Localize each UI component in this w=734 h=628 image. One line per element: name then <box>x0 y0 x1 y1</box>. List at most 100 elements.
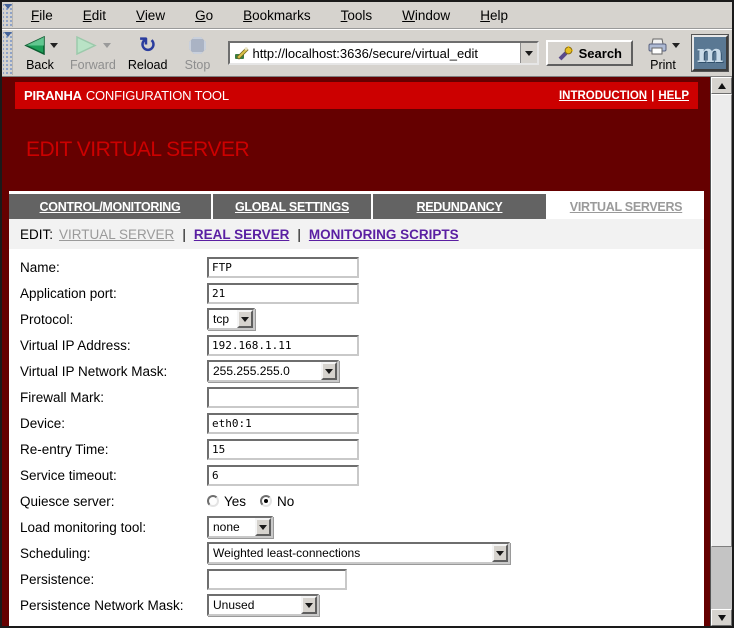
radio-button-icon[interactable] <box>260 495 272 507</box>
protocol-select-arrow-button[interactable] <box>237 310 253 328</box>
printer-icon <box>646 37 668 55</box>
name-input[interactable] <box>207 257 359 278</box>
tab-redundancy[interactable]: REDUNDANCY <box>373 194 546 219</box>
mozilla-m-icon: m <box>697 41 723 66</box>
tab-control-monitoring[interactable]: CONTROL/MONITORING <box>9 194 211 219</box>
menu-go[interactable]: Go <box>180 4 228 27</box>
menu-file[interactable]: File <box>16 4 68 27</box>
page-title: EDIT VIRTUAL SERVER <box>26 138 698 162</box>
scheduling-selected-value: Weighted least-connections <box>209 546 360 560</box>
reload-button[interactable]: ↻ Reload <box>123 33 173 74</box>
form-row-application-port: Application port: <box>9 280 704 306</box>
print-button[interactable]: Print <box>640 33 686 74</box>
quiesce-server-option-no[interactable]: No <box>260 494 294 509</box>
mozilla-logo-button[interactable]: m <box>692 35 728 71</box>
tab-global-settings[interactable]: GLOBAL SETTINGS <box>213 194 371 219</box>
url-dropdown-button[interactable] <box>520 43 537 63</box>
url-text[interactable]: http://localhost:3636/secure/virtual_edi… <box>252 46 519 61</box>
form-row-persistence: Persistence: <box>9 566 704 592</box>
menu-help[interactable]: Help <box>465 4 523 27</box>
forward-button[interactable]: Forward <box>65 33 121 74</box>
protocol-selected-value: tcp <box>209 312 229 326</box>
brand-rest-text: CONFIGURATION TOOL <box>86 88 229 103</box>
subnav-separator: | <box>297 227 301 242</box>
service-timeout-input[interactable] <box>207 465 359 486</box>
persistence-network-mask-label: Persistence Network Mask: <box>9 598 207 613</box>
print-dropdown-caret-icon[interactable] <box>672 43 680 48</box>
quiesce-server-label: Quiesce server: <box>9 494 207 509</box>
menu-edit[interactable]: Edit <box>68 4 121 27</box>
menu-window[interactable]: Window <box>387 4 465 27</box>
re-entry-time-label: Re-entry Time: <box>9 442 207 457</box>
protocol-select[interactable]: tcp <box>207 308 255 330</box>
device-control <box>207 413 359 434</box>
subnav-monitoring-scripts[interactable]: MONITORING SCRIPTS <box>309 227 459 242</box>
load-monitoring-tool-select-arrow-button[interactable] <box>255 518 271 536</box>
form-row-persistence-network-mask: Persistence Network Mask:Unused <box>9 592 704 618</box>
persistence-control <box>207 569 347 590</box>
persistence-network-mask-select-arrow-button[interactable] <box>301 596 317 614</box>
name-label: Name: <box>9 260 207 275</box>
persistence-network-mask-control: Unused <box>207 594 319 616</box>
re-entry-time-input[interactable] <box>207 439 359 460</box>
menu-items: File Edit View Go Bookmarks Tools Window… <box>16 2 523 28</box>
arrow-up-icon <box>718 83 726 89</box>
scrollbar-thumb[interactable] <box>711 94 732 547</box>
application-port-label: Application port: <box>9 286 207 301</box>
url-bar[interactable]: http://localhost:3636/secure/virtual_edi… <box>228 41 538 65</box>
name-control <box>207 257 359 278</box>
scroll-down-button[interactable] <box>711 609 732 626</box>
device-label: Device: <box>9 416 207 431</box>
tab-virtual-servers[interactable]: VIRTUAL SERVERS <box>548 194 704 219</box>
scrollbar-track[interactable] <box>711 94 732 609</box>
persistence-input[interactable] <box>207 569 347 590</box>
virtual-server-form: Name:Application port:Protocol:tcpVirtua… <box>9 249 704 626</box>
back-arrow-icon <box>22 36 46 55</box>
quiesce-server-option-yes[interactable]: Yes <box>207 494 246 509</box>
caret-down-icon <box>325 369 333 374</box>
scroll-up-button[interactable] <box>711 77 732 94</box>
virtual-ip-network-mask-selected-value: 255.255.255.0 <box>209 364 290 378</box>
stop-button[interactable]: Stop <box>174 33 220 74</box>
form-row-protocol: Protocol:tcp <box>9 306 704 332</box>
help-link[interactable]: HELP <box>658 90 689 102</box>
radio-button-icon[interactable] <box>207 495 219 507</box>
brand-bold-text: PIRANHA <box>24 88 82 103</box>
virtual-ip-network-mask-select-arrow-button[interactable] <box>321 362 337 380</box>
virtual-ip-address-input[interactable] <box>207 335 359 356</box>
form-row-quiesce-server: Quiesce server:Yes No <box>9 488 704 514</box>
subnav-real-server[interactable]: REAL SERVER <box>194 227 290 242</box>
tab-bar: CONTROL/MONITORING GLOBAL SETTINGS REDUN… <box>9 194 704 219</box>
vertical-scrollbar[interactable] <box>710 77 732 626</box>
search-button[interactable]: Search <box>546 40 633 66</box>
subnav-prefix: EDIT: <box>20 227 53 242</box>
scheduling-select[interactable]: Weighted least-connections <box>207 542 510 564</box>
header-link-separator: | <box>651 90 654 102</box>
persistence-network-mask-select[interactable]: Unused <box>207 594 319 616</box>
back-button[interactable]: Back <box>17 33 63 74</box>
application-port-input[interactable] <box>207 283 359 304</box>
scheduling-select-arrow-button[interactable] <box>492 544 508 562</box>
virtual-ip-network-mask-select[interactable]: 255.255.255.0 <box>207 360 339 382</box>
back-dropdown-caret-icon[interactable] <box>50 43 58 48</box>
stop-label: Stop <box>185 58 211 72</box>
bookmark-page-icon <box>233 45 249 61</box>
form-row-firewall-mark: Firewall Mark: <box>9 384 704 410</box>
app-brand: PIRANHA CONFIGURATION TOOL <box>24 88 229 103</box>
application-port-control <box>207 283 359 304</box>
device-input[interactable] <box>207 413 359 434</box>
firewall-mark-label: Firewall Mark: <box>9 390 207 405</box>
menubar-grippy-handle[interactable] <box>3 3 13 27</box>
menu-tools[interactable]: Tools <box>326 4 388 27</box>
persistence-network-mask-selected-value: Unused <box>209 598 254 612</box>
firewall-mark-input[interactable] <box>207 387 359 408</box>
menu-bookmarks[interactable]: Bookmarks <box>228 4 326 27</box>
subnav-virtual-server[interactable]: VIRTUAL SERVER <box>59 227 174 242</box>
menu-view[interactable]: View <box>121 4 180 27</box>
toolbar-grippy-handle[interactable] <box>3 31 13 75</box>
protocol-control: tcp <box>207 308 255 330</box>
persistence-label: Persistence: <box>9 572 207 587</box>
scheduling-label: Scheduling: <box>9 546 207 561</box>
load-monitoring-tool-select[interactable]: none <box>207 516 273 538</box>
introduction-link[interactable]: INTRODUCTION <box>559 90 647 102</box>
